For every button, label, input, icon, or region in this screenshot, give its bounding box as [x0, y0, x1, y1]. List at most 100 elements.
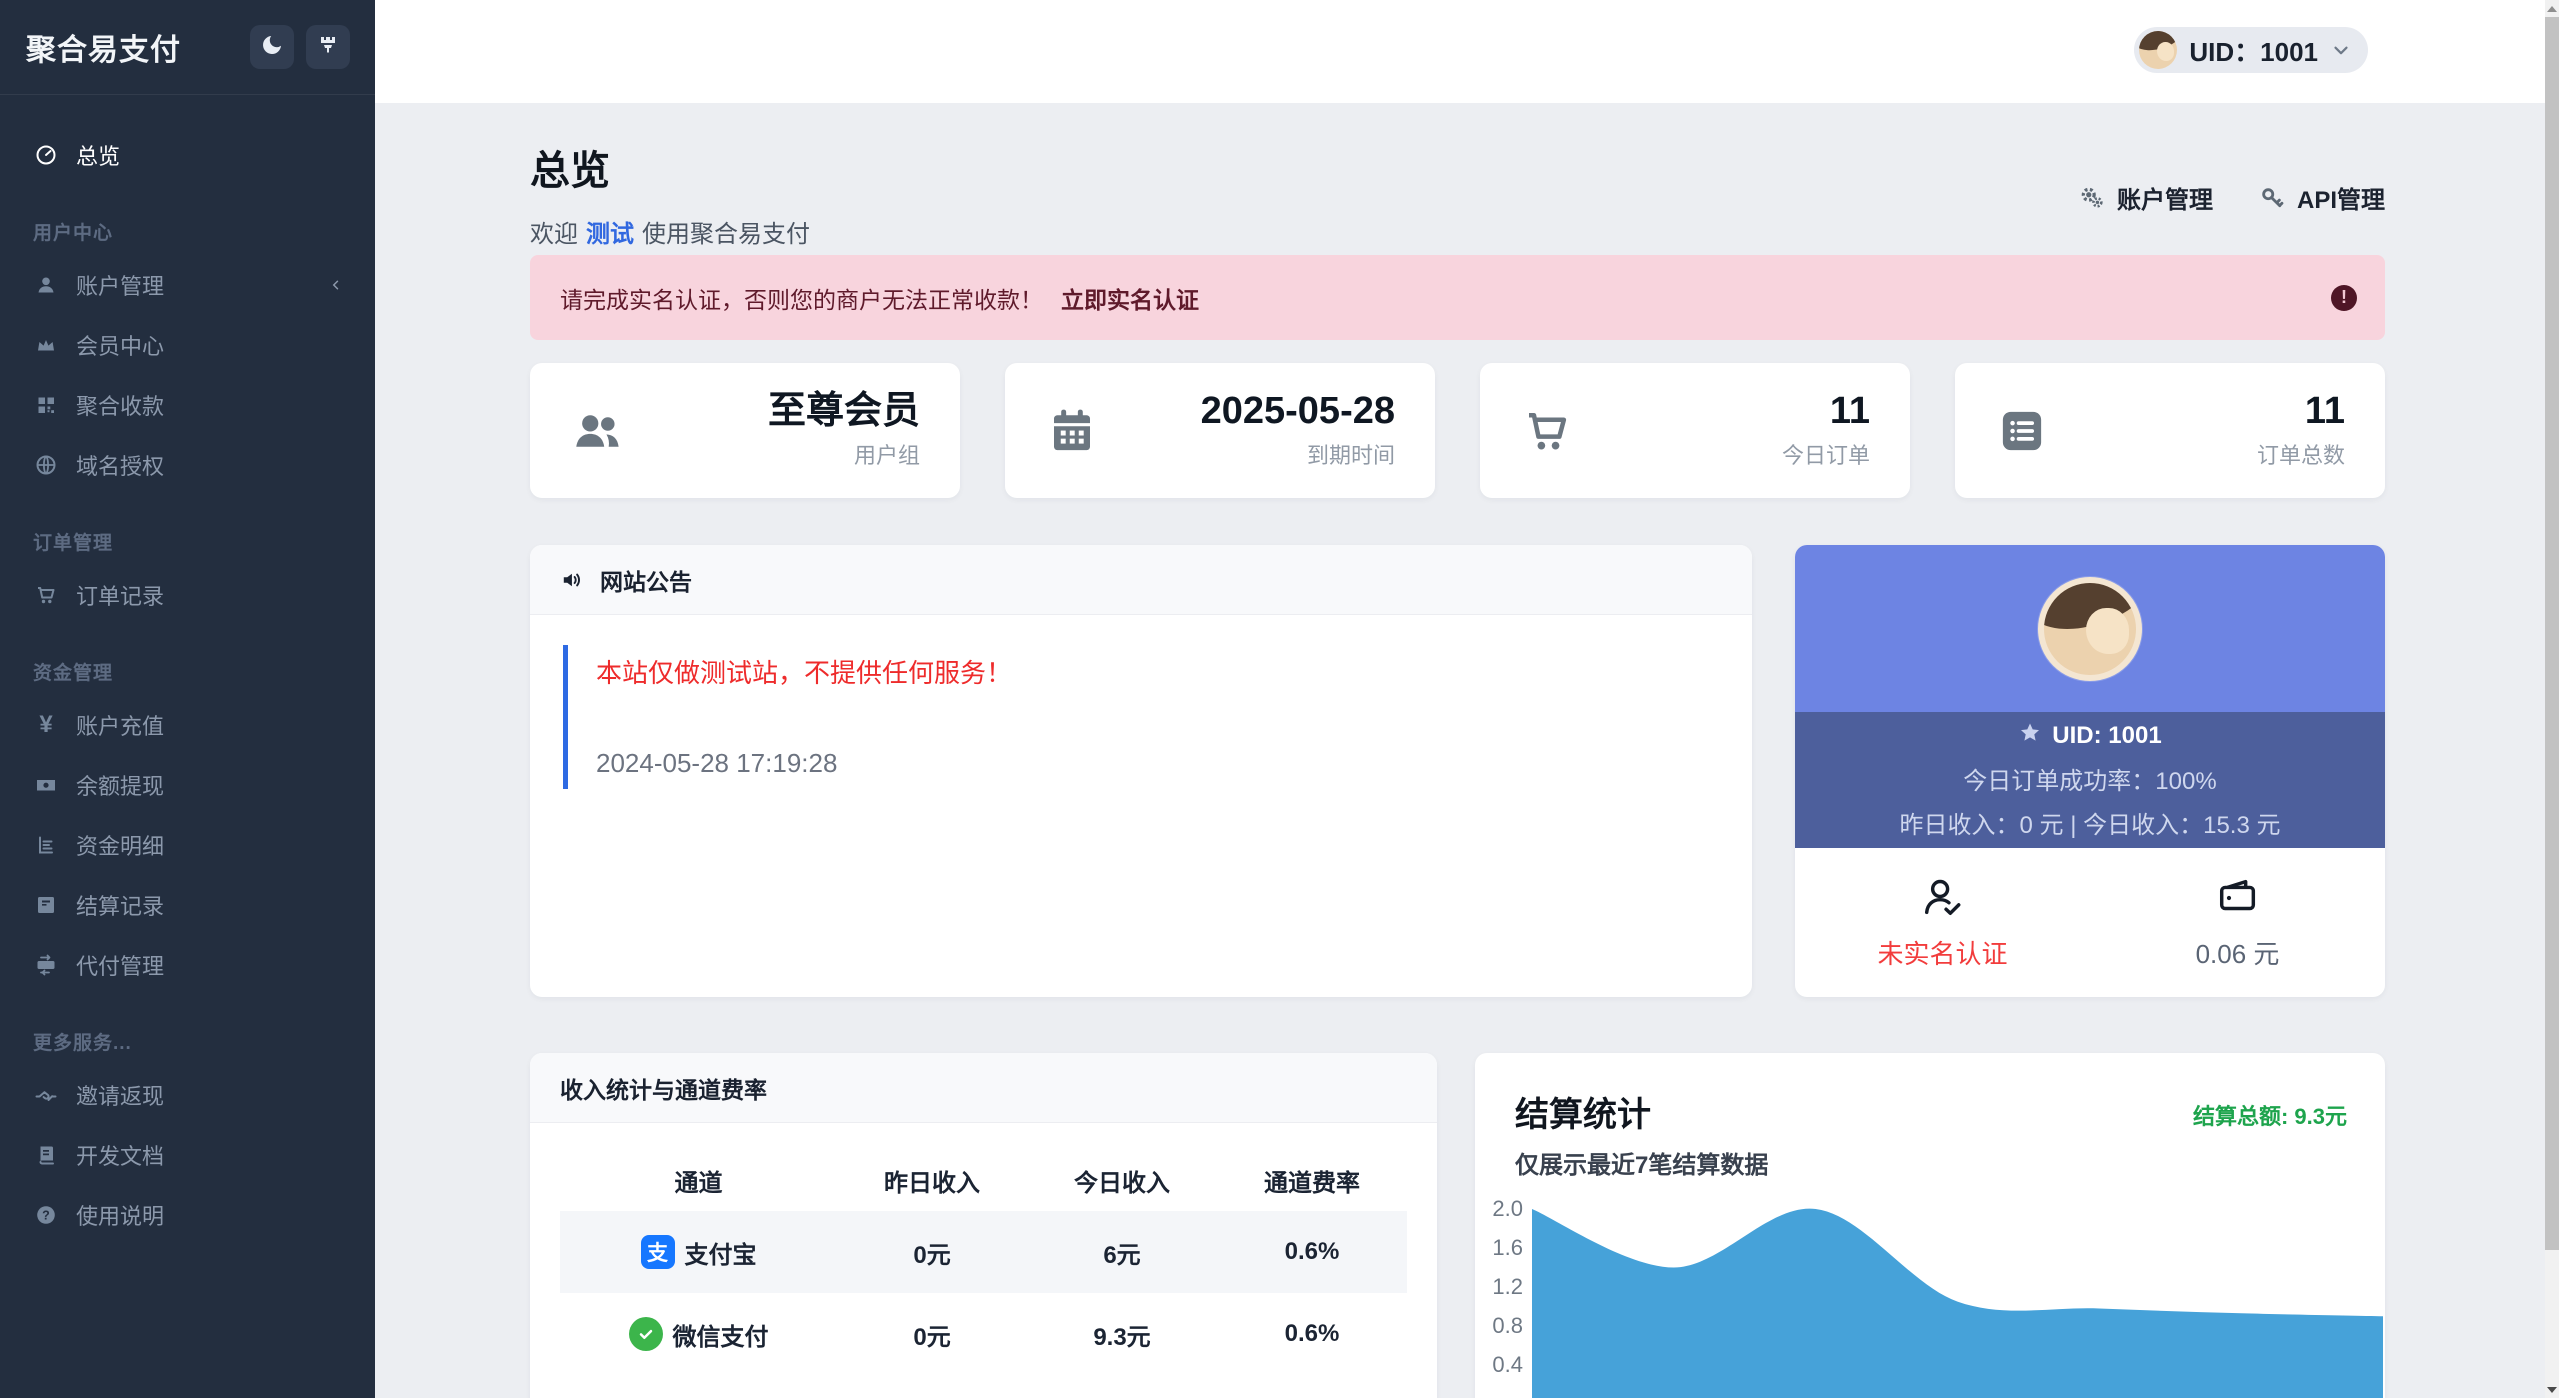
welcome-line: 欢迎测试使用聚合易支付 [530, 214, 810, 249]
user-menu-button[interactable]: UID：1001 [2134, 27, 2368, 73]
settlement-area-chart [1532, 1193, 2383, 1398]
sidebar-item-account-recharge[interactable]: ¥ 账户充值 [0, 695, 375, 755]
income-card: 收入统计与通道费率 通道 昨日收入 今日收入 通道费率 支 支付宝 [530, 1053, 1437, 1398]
alipay-icon: 支 [641, 1235, 675, 1269]
sidebar-menu: 总览 用户中心 账户管理 会员中心 聚合收款 域名授权 订单管理 [0, 95, 375, 1245]
calendar-icon [1045, 404, 1099, 458]
scrollbar-thumb[interactable] [2545, 17, 2559, 1250]
page-head: 总览 欢迎测试使用聚合易支付 [530, 138, 810, 249]
uid-label: UID：1001 [2189, 32, 2318, 69]
settlement-total: 结算总额: 9.3元 [2193, 1099, 2347, 1131]
sidebar-section-user-center: 用户中心 [0, 207, 375, 255]
wechat-rate: 0.6% [1217, 1293, 1407, 1375]
page-title: 总览 [530, 138, 810, 196]
app-logo: 聚合易支付 [26, 25, 181, 69]
sidebar-item-dev-docs[interactable]: 开发文档 [0, 1125, 375, 1185]
alipay-today: 6元 [1027, 1211, 1217, 1293]
y-tick-label: 2.0 [1475, 1195, 1523, 1223]
settlement-y-axis: 2.01.61.20.80.4 [1475, 1053, 1523, 1398]
gauge-icon [33, 143, 59, 167]
profile-stats-band: UID: 1001 今日订单成功率：100% 昨日收入：0 元 | 今日收入：1… [1795, 712, 2385, 848]
chevron-left-icon [327, 276, 345, 294]
triangle-down-icon [2547, 1387, 2557, 1393]
sidebar-item-usage-guide[interactable]: ? 使用说明 [0, 1185, 375, 1245]
sidebar-section-funds-manage: 资金管理 [0, 647, 375, 695]
sidebar-item-payout-manage[interactable]: 代付管理 [0, 935, 375, 995]
exclamation-circle-icon: ! [2331, 285, 2357, 311]
y-tick-label: 1.6 [1475, 1234, 1523, 1262]
chevron-down-icon [2330, 39, 2352, 61]
topbar: UID：1001 [375, 0, 2545, 103]
settlement-subtitle: 仅展示最近7笔结算数据 [1515, 1145, 1768, 1180]
dark-mode-toggle-button[interactable] [250, 25, 294, 69]
profile-banner [1795, 545, 2385, 712]
announcement-time: 2024-05-28 17:19:28 [596, 748, 1719, 779]
verify-status-block[interactable]: 未实名认证 [1795, 848, 2090, 997]
vertical-scrollbar[interactable] [2545, 0, 2559, 1398]
profile-uid-line: UID: 1001 [2018, 721, 2161, 752]
settlement-card: 结算统计 结算总额: 9.3元 仅展示最近7笔结算数据 2.01.61.20.8… [1475, 1053, 2385, 1398]
sidebar-item-settle-records[interactable]: 结算记录 [0, 875, 375, 935]
settlement-area-path [1532, 1209, 2383, 1398]
cart-icon [1520, 404, 1574, 458]
sidebar-item-domain-auth[interactable]: 域名授权 [0, 435, 375, 495]
ledger-icon [33, 833, 59, 857]
profile-footer: 未实名认证 0.06 元 [1795, 848, 2385, 997]
announcement-header: 网站公告 [530, 545, 1752, 615]
dashboard-page: 聚合易支付 总览 用户中心 账户管理 [0, 0, 2559, 1398]
announcement-card: 网站公告 本站仅做测试站，不提供任何服务！ 2024-05-28 17:19:2… [530, 545, 1752, 997]
table-row-wechat: 微信支付 0元 9.3元 0.6% [560, 1293, 1407, 1375]
svg-text:?: ? [42, 1208, 50, 1222]
y-tick-label: 0.8 [1475, 1312, 1523, 1340]
balance-label: 0.06 元 [2196, 934, 2280, 971]
sidebar-item-account-manage[interactable]: 账户管理 [0, 255, 375, 315]
sidebar-item-order-records[interactable]: 订单记录 [0, 565, 375, 625]
stat-card-total-orders: 11 订单总数 [1955, 363, 2385, 498]
col-channel-rate: 通道费率 [1217, 1149, 1407, 1211]
key-icon [2259, 185, 2285, 211]
col-yesterday-income: 昨日收入 [837, 1149, 1027, 1211]
api-manage-button[interactable]: API管理 [2259, 180, 2385, 215]
scroll-up-button[interactable] [2545, 0, 2559, 17]
sidebar-item-funds-detail[interactable]: 资金明细 [0, 815, 375, 875]
sidebar-section-more-services: 更多服务... [0, 1017, 375, 1065]
col-channel: 通道 [560, 1149, 837, 1211]
book-icon [33, 893, 59, 917]
head-actions: 账户管理 API管理 [2079, 180, 2385, 215]
sidebar-item-invite-rebate[interactable]: 邀请返现 [0, 1065, 375, 1125]
income-card-header: 收入统计与通道费率 [530, 1053, 1437, 1123]
moon-icon [260, 33, 284, 62]
gears-icon [2079, 185, 2105, 211]
avatar [2038, 577, 2142, 681]
alert-message: 请完成实名认证，否则您的商户无法正常收款！ [560, 281, 1043, 315]
account-manage-button[interactable]: 账户管理 [2079, 180, 2213, 215]
sidebar-item-aggregate-collection[interactable]: 聚合收款 [0, 375, 375, 435]
welcome-user-link[interactable]: 测试 [586, 221, 634, 248]
sidebar-item-balance-withdraw[interactable]: 余额提现 [0, 755, 375, 815]
col-today-income: 今日收入 [1027, 1149, 1217, 1211]
profile-income-line: 昨日收入：0 元 | 今日收入：15.3 元 [1900, 805, 2281, 840]
profile-card: UID: 1001 今日订单成功率：100% 昨日收入：0 元 | 今日收入：1… [1795, 545, 2385, 997]
scroll-down-button[interactable] [2545, 1381, 2559, 1398]
channel-name: 支付宝 [685, 1235, 757, 1270]
sidebar-item-overview[interactable]: 总览 [0, 125, 375, 185]
avatar [2139, 31, 2177, 69]
handshake-icon [33, 1083, 59, 1107]
cart-icon [33, 583, 59, 607]
sidebar-logo-row: 聚合易支付 [0, 0, 375, 95]
theme-brush-button[interactable] [306, 25, 350, 69]
banknote-icon [33, 773, 59, 797]
sidebar-item-member-center[interactable]: 会员中心 [0, 315, 375, 375]
docs-icon [33, 1143, 59, 1167]
stat-card-expire-date: 2025-05-28 到期时间 [1005, 363, 1435, 498]
triangle-up-icon [2547, 6, 2557, 12]
globe-icon [33, 453, 59, 477]
y-tick-label: 1.2 [1475, 1273, 1523, 1301]
wechat-yesterday: 0元 [837, 1293, 1027, 1375]
person-check-icon [1920, 874, 1966, 920]
profile-success-rate: 今日订单成功率：100% [1963, 761, 2216, 796]
realname-verify-link[interactable]: 立即实名认证 [1061, 281, 1199, 315]
qrcode-icon [33, 393, 59, 417]
table-header-row: 通道 昨日收入 今日收入 通道费率 [560, 1149, 1407, 1211]
question-circle-icon: ? [33, 1203, 59, 1227]
